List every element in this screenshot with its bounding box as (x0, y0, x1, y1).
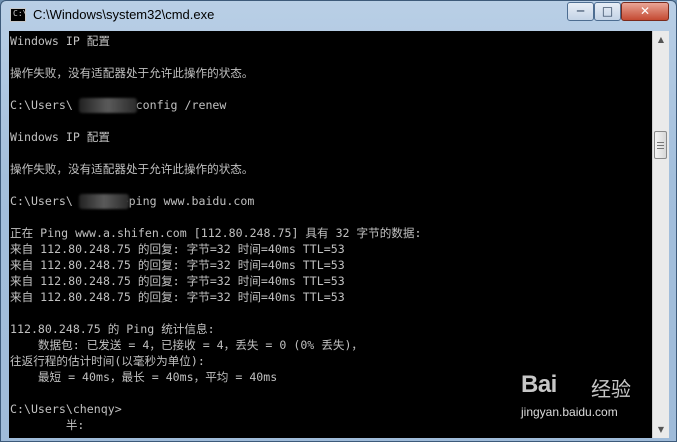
grip-line (657, 142, 664, 143)
baidu-jingyan-watermark: Bai 经验 jingyan.baidu.com (521, 371, 641, 427)
console-line: 112.80.248.75 的 Ping 统计信息: (10, 322, 215, 336)
console-line: C:\Users\chenqy> (10, 402, 122, 416)
console-line: 最短 = 40ms，最长 = 40ms，平均 = 40ms (10, 370, 278, 384)
close-button[interactable]: ✕ (621, 2, 669, 21)
vertical-scrollbar[interactable]: ▲ ▼ (652, 31, 669, 438)
redacted-username-blur (79, 98, 137, 113)
window-title: C:\Windows\system32\cmd.exe (33, 7, 215, 22)
scroll-down-arrow-icon[interactable]: ▼ (653, 421, 669, 438)
console-line: 操作失败，没有适配器处于允许此操作的状态。 (10, 162, 254, 176)
redacted-username-blur (79, 194, 129, 209)
console-line: 操作失败，没有适配器处于允许此操作的状态。 (10, 66, 254, 80)
console-line: C:\Users\ y>ping www.baidu.com (10, 194, 255, 208)
jingyan-logo-text: 经验 (591, 377, 631, 401)
cmd-icon-glyph: C:\ (13, 9, 28, 18)
console-line: 半: (10, 418, 85, 432)
baidu-logo: Bai (521, 371, 557, 398)
console-line: 来自 112.80.248.75 的回复: 字节=32 时间=40ms TTL=… (10, 274, 345, 288)
maximize-button[interactable]: □ (594, 2, 621, 21)
cmd-app-icon[interactable]: C:\ (10, 8, 28, 22)
console-line: Windows IP 配置 (10, 130, 110, 144)
console-line: 数据包: 已发送 = 4，已接收 = 4，丢失 = 0 (0% 丢失)， (10, 338, 364, 352)
console-line: 来自 112.80.248.75 的回复: 字节=32 时间=40ms TTL=… (10, 258, 345, 272)
console-line: 来自 112.80.248.75 的回复: 字节=32 时间=40ms TTL=… (10, 242, 345, 256)
watermark-url: jingyan.baidu.com (521, 405, 618, 419)
grip-line (657, 148, 664, 149)
cmd-window: C:\ C:\Windows\system32\cmd.exe ─ □ ✕ Wi… (0, 0, 677, 442)
console-line: 正在 Ping www.a.shifen.com [112.80.248.75]… (10, 226, 422, 240)
minimize-button[interactable]: ─ (567, 2, 594, 21)
console-line: 往返行程的估计时间(以毫秒为单位): (10, 354, 205, 368)
scrollbar-thumb[interactable] (654, 131, 667, 159)
scroll-up-arrow-icon[interactable]: ▲ (653, 31, 669, 48)
console-line: 来自 112.80.248.75 的回复: 字节=32 时间=40ms TTL=… (10, 290, 345, 304)
title-bar[interactable]: C:\ C:\Windows\system32\cmd.exe ─ □ ✕ (1, 1, 676, 29)
console-line: Windows IP 配置 (10, 34, 110, 48)
grip-line (657, 145, 664, 146)
